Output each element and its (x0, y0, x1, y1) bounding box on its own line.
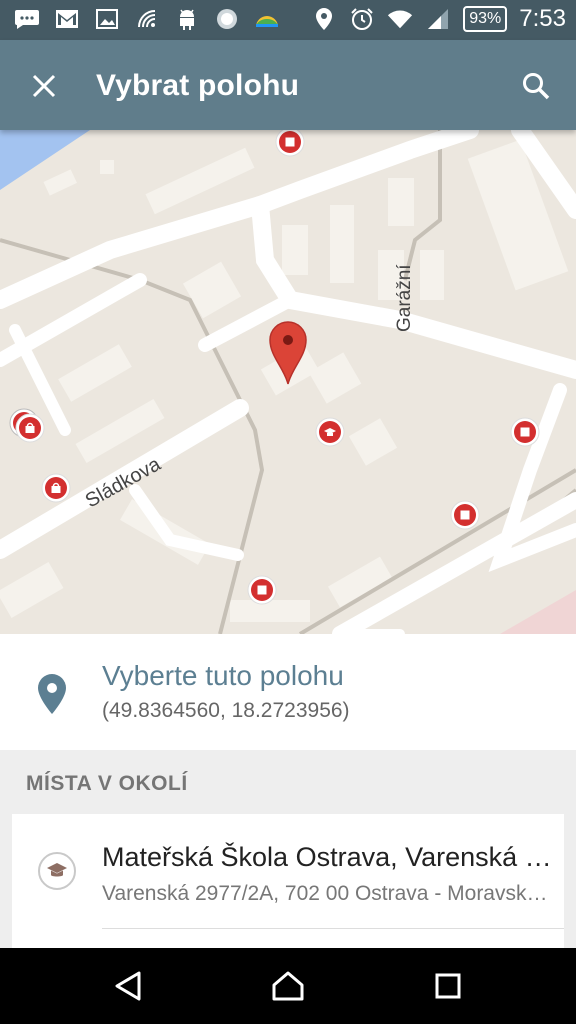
chat-icon (14, 6, 40, 32)
shopping-marker[interactable] (15, 413, 45, 443)
back-button[interactable] (98, 962, 158, 1010)
poi-marker[interactable] (510, 417, 540, 447)
wifi-icon (387, 6, 413, 32)
home-icon (272, 971, 304, 1001)
street-label-garazni: Garážní (394, 264, 415, 332)
status-bar: 93% 7:53 (0, 0, 576, 40)
recents-icon (435, 973, 461, 999)
street-label-sladkova: Sládkova (82, 453, 165, 513)
battery-indicator: 93% (463, 6, 508, 32)
location-coordinates: (49.8364560, 18.2723956) (102, 699, 350, 722)
close-button[interactable] (20, 62, 68, 110)
select-location-row[interactable]: Vyberte tuto polohu (49.8364560, 18.2723… (0, 634, 576, 750)
weather-app-icon (254, 6, 280, 32)
nfc-icon (134, 6, 160, 32)
school-icon (38, 852, 76, 890)
gmail-icon (54, 6, 80, 32)
map-view[interactable]: Sládkova Garážní (0, 130, 576, 634)
app-toolbar: Vybrat polohu (0, 40, 576, 130)
shopping-marker[interactable] (41, 473, 71, 503)
location-status-icon (311, 6, 337, 32)
circle-app-icon (214, 6, 240, 32)
signal-icon (425, 6, 451, 32)
recents-button[interactable] (418, 962, 478, 1010)
divider (102, 928, 564, 929)
place-address: Varenská 2977/2A, 702 00 Ostrava - Morav… (102, 882, 558, 905)
alarm-icon (349, 6, 375, 32)
location-pin-icon (38, 674, 66, 714)
image-icon (94, 6, 120, 32)
poi-marker[interactable] (247, 575, 277, 605)
nearby-places-header: MÍSTA V OKOLÍ (0, 750, 576, 814)
navigation-bar (0, 948, 576, 1024)
search-icon (523, 73, 550, 100)
close-icon (32, 74, 56, 98)
school-marker[interactable] (315, 417, 345, 447)
list-item[interactable]: Mateřská Škola Ostrava, Varenská 2977/2A… (12, 814, 564, 948)
select-location-title: Vyberte tuto polohu (102, 660, 344, 691)
poi-marker[interactable] (275, 130, 305, 157)
android-download-icon (174, 6, 200, 32)
section-title: MÍSTA V OKOLÍ (26, 772, 188, 795)
page-title: Vybrat polohu (96, 69, 300, 102)
place-name: Mateřská Škola Ostrava, Varenská 2977/2A (102, 842, 558, 872)
home-button[interactable] (258, 962, 318, 1010)
search-button[interactable] (512, 62, 560, 110)
back-icon (115, 971, 141, 1001)
clock: 7:53 (519, 5, 566, 32)
poi-marker[interactable] (450, 500, 480, 530)
